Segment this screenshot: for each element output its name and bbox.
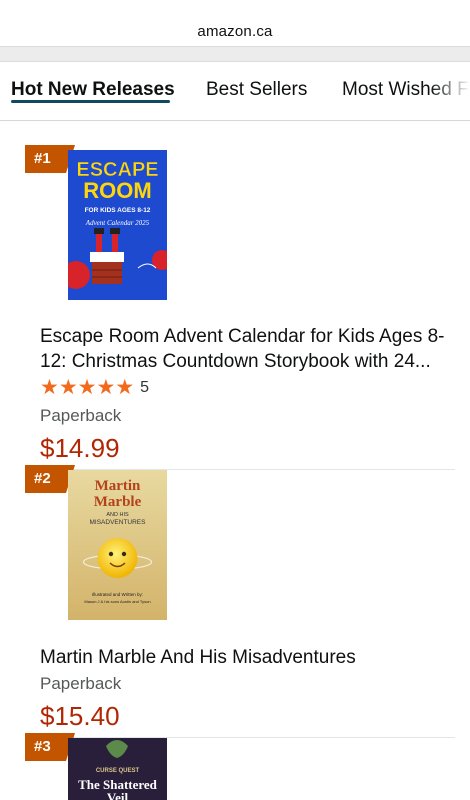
rating-count: 5 (140, 378, 150, 396)
url-text: amazon.ca (197, 22, 273, 40)
toolbar-band (0, 46, 470, 62)
cover-text-room: ROOM (83, 178, 151, 203)
star-icon: ★ (40, 376, 59, 399)
active-tab-indicator (11, 100, 170, 103)
product-image-escape-room[interactable]: ESCAPE ROOM FOR KIDS AGES 8-12 Advent Ca… (68, 150, 167, 300)
product-title-2[interactable]: Martin Marble And His Misadventures (40, 645, 452, 670)
title-line-2: 12: Christmas Countdown Storybook with 2… (40, 351, 431, 372)
star-icon: ★ (77, 376, 97, 399)
cover-text-authors: Mason J & his sons Austin and Tyson (84, 599, 150, 604)
cover-text-illustrated: Illustrated and Written by: (92, 592, 143, 597)
title-line-1: Escape Room Advent Calendar for Kids Age… (40, 326, 445, 347)
tab-best-sellers[interactable]: Best Sellers (206, 79, 307, 101)
product-title-1[interactable]: Escape Room Advent Calendar for Kids Age… (40, 324, 452, 374)
product-price: $15.40 (40, 701, 120, 731)
cover-text-misadventures: MISADVENTURES (90, 519, 147, 526)
browser-address-bar[interactable]: amazon.ca (0, 0, 470, 46)
product-format: Paperback (40, 674, 122, 693)
cover-text-calendar: Advent Calendar 2025 (85, 219, 150, 227)
category-tabs: Hot New Releases Best Sellers Most Wishe… (0, 62, 470, 121)
star-icon: ★ (96, 376, 116, 399)
star-icon: ★ (115, 376, 135, 399)
tabs-fade (430, 62, 470, 119)
cover-text-martin: Martin (95, 478, 141, 494)
product-price: $14.99 (40, 433, 120, 463)
product-format: Paperback (40, 406, 122, 425)
cover-text-ages: FOR KIDS AGES 8-12 (85, 207, 151, 214)
star-icon: ★ (58, 376, 78, 399)
product-image-shattered-veil[interactable]: CURSE QUEST The Shattered Veil (68, 738, 167, 800)
product-image-martin-marble[interactable]: Martin Marble AND HIS MISADVENTURES Illu… (68, 470, 167, 620)
cover-text-marble: Marble (94, 494, 142, 510)
cover-text-curse-quest: CURSE QUEST (96, 768, 140, 774)
cover-text-veil: Veil (107, 790, 129, 800)
star-rating[interactable]: ★ ★ ★ ★ ★ 5 (40, 377, 149, 398)
cover-text-and-his: AND HIS (106, 512, 129, 518)
tab-hot-new-releases[interactable]: Hot New Releases (11, 79, 175, 101)
